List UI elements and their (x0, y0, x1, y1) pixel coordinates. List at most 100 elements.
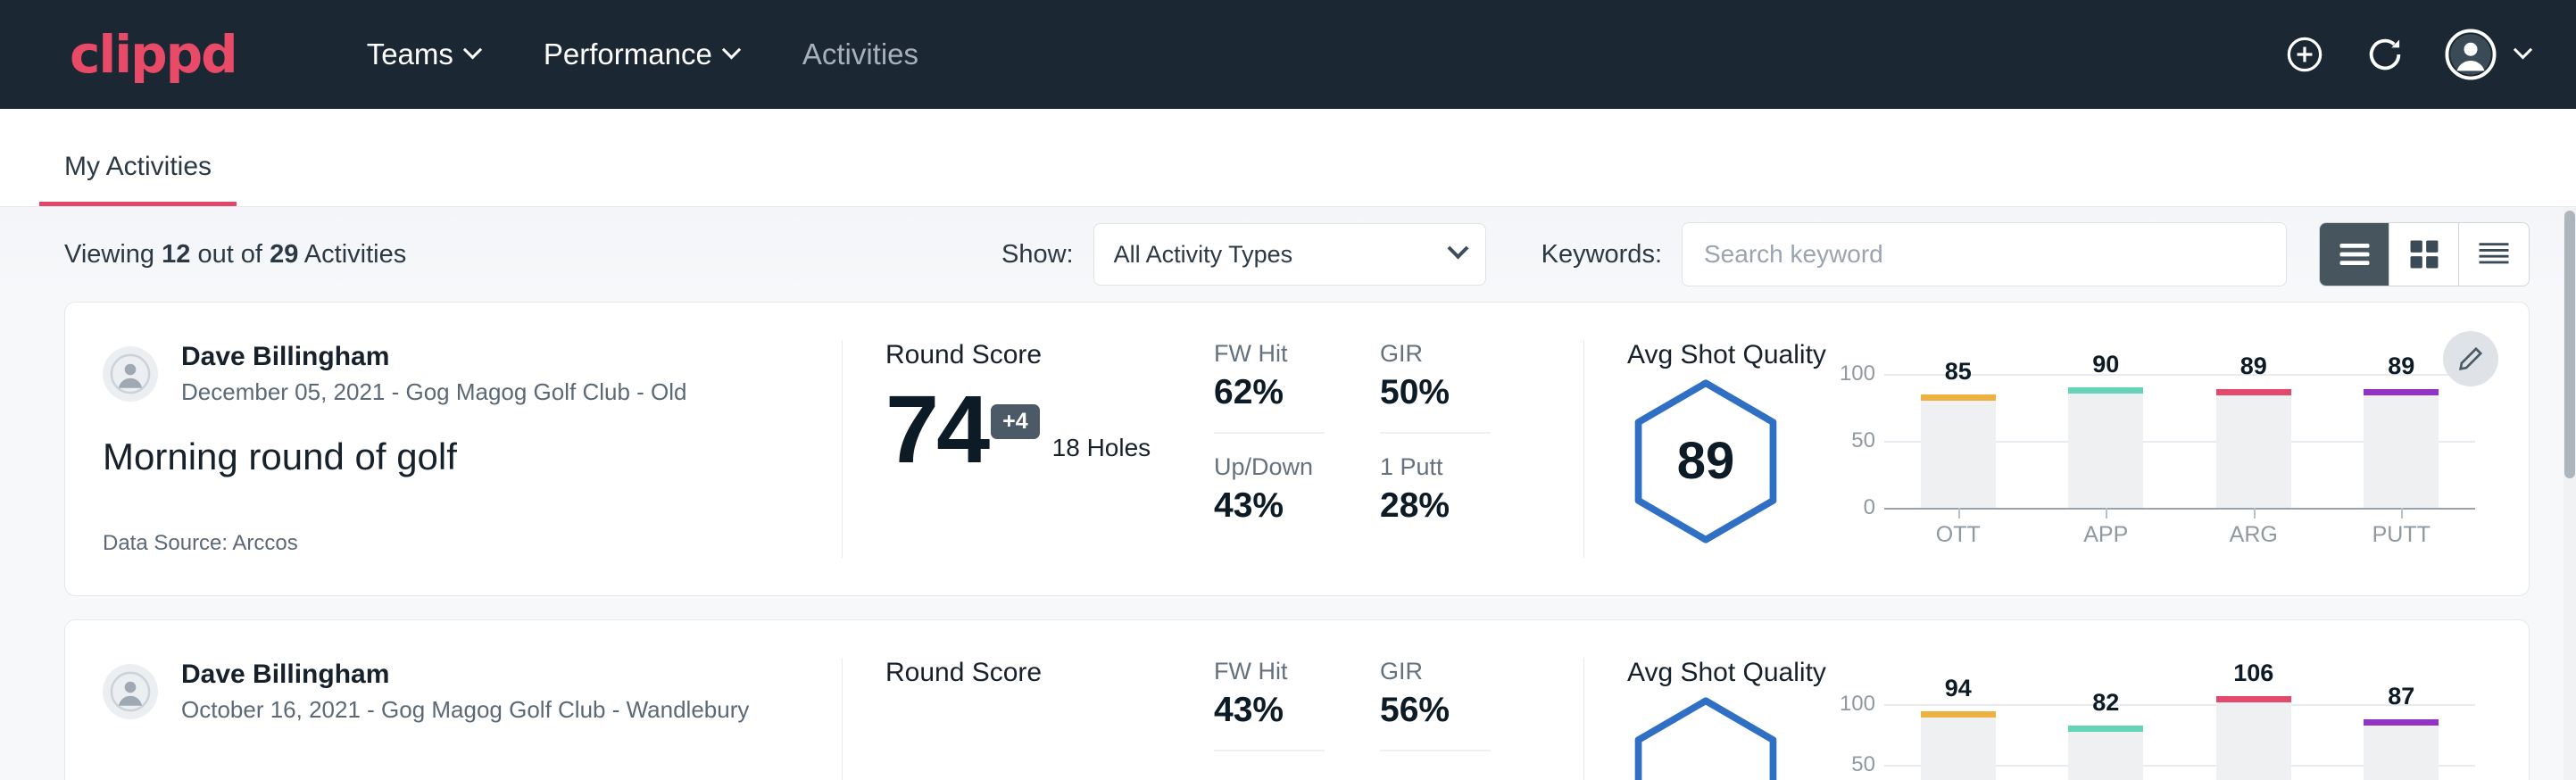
round-score-label: Round Score (885, 340, 1173, 370)
chart-bar-column: 82 (2068, 692, 2143, 780)
plus-circle-icon[interactable] (2284, 34, 2325, 75)
nav-item-teams[interactable]: Teams (335, 29, 511, 80)
shot-quality-bar-chart: 050100948210687OTTAPPARGPUTT (1829, 692, 2529, 780)
chart-plot-area: 85908989 (1884, 374, 2475, 508)
stat-label: GIR (1380, 658, 1491, 685)
nav-item-label: Activities (802, 37, 918, 71)
page-scrollbar[interactable] (2564, 207, 2576, 780)
nav-item-performance[interactable]: Performance (511, 29, 770, 80)
round-score-label: Round Score (885, 658, 1173, 688)
chart-bar (2068, 387, 2143, 508)
activity-meta: October 16, 2021 - Gog Magog Golf Club -… (181, 695, 749, 726)
activity-summary: Dave Billingham October 16, 2021 - Gog M… (65, 620, 842, 780)
chart-y-axis: 050100 (1829, 692, 1884, 780)
x-axis-tick: OTT (1921, 522, 1996, 548)
quality-hexagon: 89 (1627, 378, 1784, 544)
tab-label: My Activities (64, 152, 212, 181)
list-view-button[interactable] (2320, 223, 2389, 286)
activity-card[interactable]: Dave Billingham October 16, 2021 - Gog M… (64, 619, 2530, 780)
avg-shot-quality-section: Avg Shot Quality 050100948210687OTTAPPAR… (1584, 620, 2529, 780)
grid-view-button[interactable] (2389, 223, 2459, 286)
y-axis-tick: 100 (1840, 361, 1875, 386)
avg-shot-quality-body: 050100948210687OTTAPPARGPUTT (1627, 692, 2529, 780)
account-menu[interactable] (2445, 29, 2530, 80)
stat-gir: GIR 50% (1380, 340, 1491, 434)
activity-author: Dave Billingham October 16, 2021 - Gog M… (103, 658, 799, 725)
search-input[interactable] (1682, 222, 2287, 286)
round-stats-section: FW Hit 43% GIR 56% (1173, 620, 1583, 780)
account-avatar-icon (2445, 29, 2497, 80)
tab-my-activities[interactable]: My Activities (39, 152, 237, 206)
chart-bar (2068, 726, 2143, 780)
chart-bar (2216, 696, 2291, 780)
activity-card[interactable]: Dave Billingham December 05, 2021 - Gog … (64, 302, 2530, 596)
round-score-section: Round Score (843, 620, 1173, 780)
chevron-down-icon (1447, 237, 1468, 259)
scrollbar-thumb[interactable] (2564, 211, 2575, 478)
chart-bar (2364, 389, 2439, 509)
viewing-prefix: Viewing (64, 240, 154, 269)
score-to-par-badge: +4 (991, 404, 1040, 439)
stat-label: Up/Down (1214, 453, 1325, 481)
refresh-icon[interactable] (2364, 34, 2406, 75)
stat-fw-hit: FW Hit 43% (1214, 658, 1325, 751)
chevron-down-icon (463, 40, 482, 59)
chart-bar-column: 106 (2216, 692, 2291, 780)
chart-bar-column: 89 (2364, 374, 2439, 508)
chart-bar-value-label: 82 (2092, 689, 2119, 717)
filter-controls: Show: All Activity Types Keywords: (1001, 222, 2530, 286)
stat-one-putt: 1 Putt 28% (1380, 434, 1491, 526)
round-score-value: 74 (885, 385, 987, 473)
chart-bar-value-label: 90 (2092, 351, 2119, 378)
chart-bar-cap (2364, 719, 2439, 726)
viewing-middle: out of (197, 240, 262, 269)
chart-gridline (1884, 508, 2475, 510)
stat-label: GIR (1380, 340, 1491, 368)
chart-bar-cap (2216, 389, 2291, 395)
stat-value: 28% (1380, 486, 1491, 526)
stat-value: 56% (1380, 691, 1491, 730)
x-axis-tick: APP (2068, 522, 2143, 548)
chart-bar-cap (2364, 389, 2439, 395)
author-name: Dave Billingham (181, 340, 687, 374)
stat-label: 1 Putt (1380, 453, 1491, 481)
edit-activity-button[interactable] (2443, 331, 2498, 386)
quality-score-value (1627, 696, 1784, 780)
activity-card-list: Dave Billingham December 05, 2021 - Gog … (0, 302, 2576, 780)
chart-bar-column: 89 (2216, 374, 2291, 508)
viewing-count: 12 (162, 240, 190, 269)
nav-item-activities[interactable]: Activities (770, 29, 951, 80)
viewing-summary: Viewing 12 out of 29 Activities (64, 240, 406, 270)
round-stats-section: FW Hit 62% GIR 50% Up/Down 43% 1 Putt 28… (1173, 303, 1583, 595)
stats-grid: FW Hit 62% GIR 50% Up/Down 43% 1 Putt 28… (1214, 340, 1583, 526)
avg-shot-quality-section: Avg Shot Quality 89 05010085908989OTTAPP… (1584, 303, 2529, 595)
top-navigation-bar: clippd Teams Performance Activities (0, 0, 2576, 109)
compact-view-button[interactable] (2459, 223, 2529, 286)
avg-shot-quality-body: 89 05010085908989OTTAPPARGPUTT (1627, 374, 2529, 548)
stat-value: 62% (1214, 373, 1325, 412)
keywords-label: Keywords: (1541, 240, 1662, 270)
chart-bar-cap (2216, 696, 2291, 702)
chart-bar (2216, 389, 2291, 509)
brand-logo[interactable]: clippd (70, 24, 237, 85)
activity-title: Morning round of golf (103, 436, 799, 478)
avatar (103, 346, 158, 402)
viewing-suffix: Activities (304, 240, 406, 269)
nav-item-label: Performance (544, 37, 712, 71)
activity-type-value: All Activity Types (1114, 241, 1293, 269)
quality-hexagon (1627, 696, 1784, 780)
chevron-down-icon (2514, 40, 2532, 59)
nav-item-label: Teams (367, 37, 453, 71)
list-view-icon (2339, 242, 2371, 267)
tab-bar: My Activities (0, 109, 2576, 207)
chart-bar-value-label: 106 (2233, 660, 2273, 687)
holes-played: 18 Holes (1052, 434, 1151, 462)
show-label: Show: (1001, 240, 1074, 270)
stat-value: 43% (1214, 691, 1325, 730)
x-axis-tick: PUTT (2364, 522, 2439, 548)
chart-bar-column: 90 (2068, 374, 2143, 508)
chart-x-axis: OTTAPPARGPUTT (1884, 522, 2475, 548)
activity-type-select[interactable]: All Activity Types (1093, 223, 1486, 286)
filter-bar: Viewing 12 out of 29 Activities Show: Al… (0, 207, 2576, 302)
y-axis-tick: 50 (1851, 428, 1875, 453)
